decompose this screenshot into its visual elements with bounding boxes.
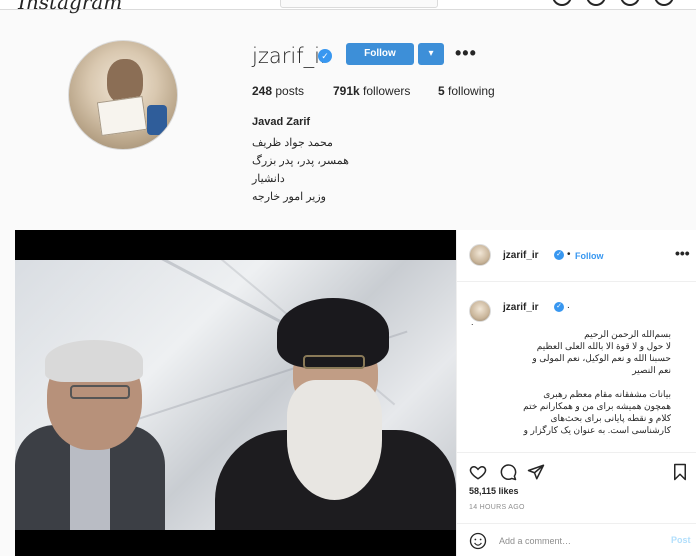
bio-line: محمد جواد ظریف	[252, 137, 333, 149]
bookmark-icon[interactable]	[671, 463, 689, 481]
post-actions: 58,115 likes 14 HOURS AGO Post	[457, 452, 696, 556]
comment-icon[interactable]	[499, 463, 517, 481]
explore-icon[interactable]	[586, 0, 606, 6]
person-left-glasses	[70, 385, 130, 399]
post-sidebar: jzarif_ir ✓ • Follow ••• jzarif_ir ✓ . .…	[456, 230, 696, 556]
verified-badge-icon: ✓	[554, 250, 564, 260]
comment-box: Post	[457, 523, 696, 556]
post-media[interactable]	[15, 230, 456, 556]
person-right-beard	[287, 380, 382, 500]
caption-first-line: .	[471, 317, 474, 327]
bio-line: همسر، پدر، پدر بزرگ	[252, 155, 349, 167]
search-input[interactable]	[280, 0, 438, 8]
followers-count[interactable]: 791k followers	[333, 84, 443, 98]
following-count[interactable]: 5 following	[438, 84, 518, 98]
post-comment-button[interactable]: Post	[671, 535, 691, 545]
post-header: jzarif_ir ✓ • Follow •••	[457, 230, 696, 282]
post-caption: . بسم‌الله الرحمن الرحیم لا حول و لا قوة…	[471, 316, 671, 444]
verified-badge-icon: ✓	[318, 49, 332, 63]
post-modal: jzarif_ir ✓ • Follow ••• jzarif_ir ✓ . .…	[15, 230, 696, 556]
caption-author-username[interactable]: jzarif_ir	[503, 302, 539, 313]
separator-dot: •	[567, 249, 571, 260]
heart-icon[interactable]	[469, 463, 487, 481]
post-more-options-icon[interactable]: •••	[675, 245, 690, 261]
caption-dot: .	[567, 300, 570, 311]
heart-icon[interactable]	[654, 0, 674, 6]
direct-icon[interactable]	[552, 0, 572, 6]
post-timestamp[interactable]: 14 HOURS AGO	[469, 504, 525, 511]
likes-count[interactable]: 58,115 likes	[469, 486, 519, 496]
post-author-username[interactable]: jzarif_ir	[503, 250, 539, 261]
post-photo	[15, 260, 456, 530]
emoji-icon[interactable]	[469, 532, 487, 550]
post-author-avatar[interactable]	[469, 244, 491, 266]
nav-icons	[552, 0, 674, 6]
posts-count: 248 posts	[252, 84, 305, 98]
bio-line: وزیر امور خارجه	[252, 191, 326, 203]
bio-line: دانشیار	[252, 173, 285, 185]
share-icon[interactable]	[527, 463, 545, 481]
avatar-paper	[96, 95, 148, 137]
comment-input[interactable]	[499, 534, 649, 548]
person-right-glasses	[303, 355, 365, 369]
top-nav-bar: Instagram	[0, 0, 696, 14]
avatar-detail	[147, 105, 167, 135]
chevron-down-icon[interactable]: ▾	[418, 43, 444, 65]
follow-button[interactable]: Follow	[346, 43, 414, 65]
profile-full-name: Javad Zarif	[252, 116, 311, 128]
post-follow-button[interactable]: Follow	[575, 251, 604, 261]
person-left-hair	[45, 340, 143, 382]
compass-icon[interactable]	[620, 0, 640, 6]
more-options-icon[interactable]: •••	[455, 43, 477, 64]
profile-avatar[interactable]	[68, 40, 178, 150]
instagram-logo[interactable]: Instagram	[18, 0, 122, 14]
caption-paragraph: بسم‌الله الرحمن الرحیم لا حول و لا قوة ا…	[532, 329, 671, 375]
caption-paragraph: بیانات مشفقانه مقام معظم رهبری همچون همی…	[523, 389, 671, 435]
profile-bio: محمد جواد ظریف همسر، پدر، پدر بزرگ دانشی…	[252, 134, 349, 206]
verified-badge-icon: ✓	[554, 302, 564, 312]
